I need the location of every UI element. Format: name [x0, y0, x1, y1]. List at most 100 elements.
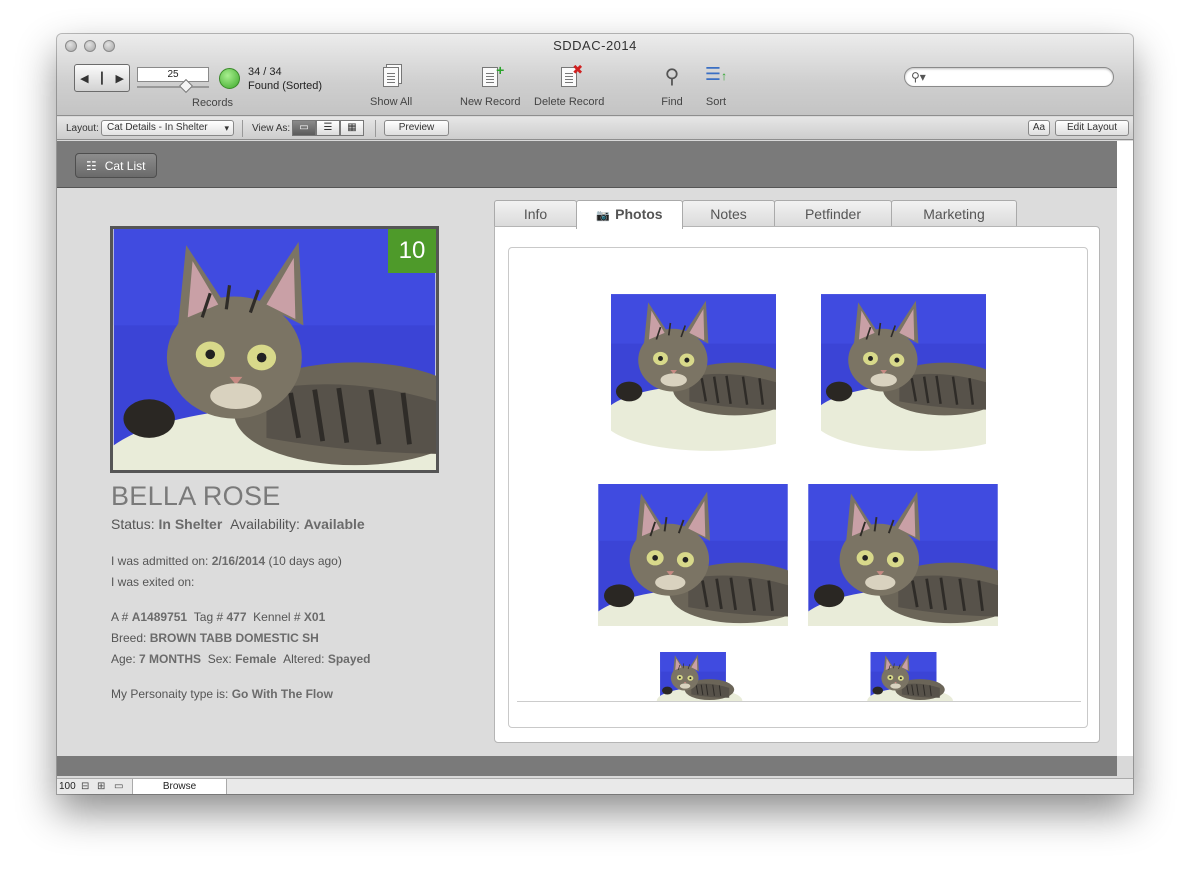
sort-button[interactable]: ☰↑ Sort: [702, 64, 730, 108]
cat-thumbnail[interactable]: [611, 254, 776, 458]
window-title: SDDAC-2014: [553, 38, 637, 53]
record-slider-track[interactable]: [137, 86, 209, 88]
cat-photo-image: [821, 254, 986, 458]
photos-portal[interactable]: [508, 247, 1088, 728]
tab-photos-label: Photos: [615, 206, 663, 222]
tab-photos[interactable]: 📷 Photos: [576, 200, 683, 229]
view-as-label: View As:: [252, 123, 291, 134]
new-record-icon: +: [476, 62, 504, 90]
portal-divider: [517, 701, 1081, 702]
cat-thumbnail[interactable]: [598, 484, 788, 626]
layout-select[interactable]: Cat Details - In Shelter ▾: [101, 120, 234, 136]
sort-label: Sort: [705, 96, 727, 108]
previous-record-icon[interactable]: ◀: [80, 72, 88, 85]
quick-find-field[interactable]: ⚲▾: [904, 67, 1114, 87]
age-label: Age:: [111, 652, 136, 666]
zoom-level[interactable]: 100: [59, 781, 76, 792]
show-all-label: Show All: [370, 96, 413, 108]
tab-control: Info 📷 Photos Notes Petfinder Marketing: [494, 200, 1017, 229]
magnifier-icon: ⚲: [664, 66, 680, 88]
find-label: Find: [661, 96, 683, 108]
tab-petfinder[interactable]: Petfinder: [774, 200, 892, 227]
cat-thumbnail[interactable]: [821, 652, 986, 701]
exited-line: I was exited on:: [111, 575, 195, 589]
altered-value: Spayed: [327, 652, 371, 666]
camera-icon: 📷: [596, 210, 611, 222]
cat-list-button[interactable]: ☷ Cat List: [75, 153, 157, 178]
id-line: A # A1489751 Tag # 477 Kennel # X01: [111, 610, 325, 624]
record-number-field[interactable]: 25: [137, 67, 209, 82]
photos-tab-panel: [494, 226, 1100, 743]
status-value: In Shelter: [158, 516, 223, 532]
admitted-label: I was admitted on:: [111, 554, 209, 568]
cat-thumbnail[interactable]: [808, 484, 998, 626]
breed-line: Breed: BROWN TABB DOMESTIC SH: [111, 631, 319, 645]
record-navigation-book[interactable]: ◀ ┃ ▶: [74, 64, 130, 92]
header-band: ☷ Cat List: [57, 141, 1117, 188]
layout-label: Layout:: [66, 123, 99, 134]
tab-notes[interactable]: Notes: [682, 200, 775, 227]
cat-photo-image: [808, 484, 998, 626]
list-icon: ☷: [86, 158, 97, 173]
delete-record-label: Delete Record: [534, 96, 605, 108]
layout-value: Cat Details - In Shelter: [107, 122, 208, 133]
new-record-label: New Record: [460, 96, 521, 108]
personality-line: My Personaity type is: Go With The Flow: [111, 687, 333, 701]
age-value: 7 MONTHS: [139, 652, 202, 666]
edit-layout-button[interactable]: Edit Layout: [1055, 120, 1129, 136]
records-label: Records: [192, 97, 233, 109]
tag-label: Tag #: [193, 610, 224, 624]
zoom-out-icon[interactable]: ⊟: [81, 781, 89, 792]
book-icon: ┃: [98, 72, 106, 85]
vertical-scrollbar[interactable]: [1117, 141, 1133, 756]
show-all-button[interactable]: Show All: [370, 64, 412, 108]
admitted-ago: (10 days ago): [268, 554, 342, 568]
view-as-segmented-control[interactable]: ▭ ☰ ▦: [292, 120, 364, 136]
kennel-label: Kennel #: [253, 610, 301, 624]
table-view-icon[interactable]: ▦: [340, 120, 364, 136]
tab-marketing[interactable]: Marketing: [891, 200, 1017, 227]
layout-content: ☷ Cat List 10 BELLA ROSE Status: In Shel…: [57, 141, 1117, 756]
list-view-icon[interactable]: ☰: [316, 120, 340, 136]
toggle-toolbar-icon[interactable]: ▭: [114, 781, 123, 792]
toolbar: SDDAC-2014 ◀ ┃ ▶ 25 Records 34 / 34 Foun…: [57, 34, 1133, 116]
a-number-value: A1489751: [131, 610, 188, 624]
personality-label: My Personaity type is:: [111, 687, 229, 701]
cat-list-label: Cat List: [104, 158, 146, 173]
found-count: 34 / 34: [248, 66, 282, 78]
cat-photo-image: [821, 652, 986, 701]
layout-bar: Layout: Cat Details - In Shelter ▾ View …: [57, 117, 1133, 140]
availability-value: Available: [303, 516, 365, 532]
form-view-icon[interactable]: ▭: [292, 120, 316, 136]
zoom-in-icon[interactable]: ⊞: [97, 781, 105, 792]
show-all-icon: [377, 64, 405, 90]
admitted-line: I was admitted on: 2/16/2014 (10 days ag…: [111, 554, 342, 568]
age-line: Age: 7 MONTHS Sex: Female Altered: Spaye…: [111, 652, 371, 666]
new-record-button[interactable]: + New Record: [460, 62, 521, 108]
sort-icon: ☰↑: [704, 64, 728, 84]
find-button[interactable]: ⚲ Find: [658, 64, 686, 108]
divider: [375, 120, 376, 137]
tab-info[interactable]: Info: [494, 200, 577, 227]
cat-photo-image: [611, 254, 776, 458]
next-record-icon[interactable]: ▶: [115, 72, 123, 85]
mode-popup[interactable]: Browse: [132, 779, 227, 794]
status-line: Status: In Shelter Availability: Availab…: [111, 516, 365, 532]
font-size-button[interactable]: Aa: [1028, 120, 1050, 136]
sex-value: Female: [235, 652, 277, 666]
breed-label: Breed:: [111, 631, 147, 645]
delete-record-button[interactable]: ✖ Delete Record: [534, 62, 605, 108]
preview-button[interactable]: Preview: [384, 120, 449, 136]
app-window: SDDAC-2014 ◀ ┃ ▶ 25 Records 34 / 34 Foun…: [57, 34, 1133, 794]
availability-label: Availability:: [230, 516, 300, 532]
cat-thumbnail[interactable]: [821, 254, 986, 458]
altered-label: Altered:: [283, 652, 325, 666]
kennel-value: X01: [303, 610, 326, 624]
main-cat-photo: 10: [110, 226, 439, 473]
cat-photo-image: [598, 484, 788, 626]
breed-value: BROWN TABB DOMESTIC SH: [149, 631, 319, 645]
found-set-pie-icon[interactable]: [219, 68, 240, 89]
cat-name: BELLA ROSE: [111, 481, 281, 511]
cat-thumbnail[interactable]: [598, 652, 788, 701]
cat-photo-image: [598, 652, 788, 701]
